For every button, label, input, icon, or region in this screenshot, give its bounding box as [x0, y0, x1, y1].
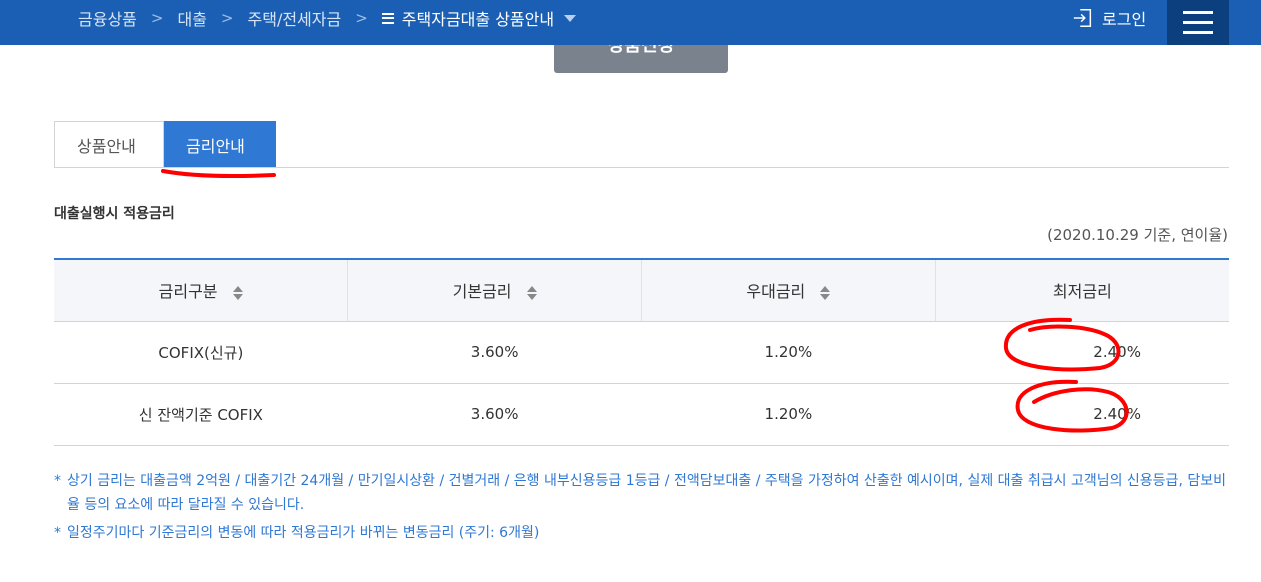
rate-type-cell: 신 잔액기준 COFIX	[54, 383, 348, 446]
apply-product-button[interactable]: 상품신청	[554, 45, 728, 73]
note-marker: *	[54, 525, 61, 541]
column-header-preferential-rate[interactable]: 우대금리	[641, 259, 936, 322]
login-icon	[1073, 9, 1092, 27]
menu-button[interactable]	[1167, 0, 1229, 45]
column-header-min-rate: 최저금리	[935, 259, 1229, 322]
hamburger-icon	[1183, 11, 1213, 34]
column-header-label: 기본금리	[452, 282, 512, 302]
top-navigation-bar: 금융상품 > 대출 > 주택/전세자금 > 주택자금대출 상품안내 로그인	[0, 0, 1261, 45]
section-title: 대출실행시 적용금리	[54, 206, 175, 222]
min-rate-cell: 2.40%	[935, 321, 1229, 384]
login-label: 로그인	[1102, 10, 1147, 29]
apply-button-label: 상품신청	[607, 45, 675, 56]
sort-icon[interactable]	[232, 285, 243, 301]
note-item: * 상기 금리는 대출금액 2억원 / 대출기간 24개월 / 만기일시상환 /…	[54, 469, 1229, 517]
login-button[interactable]: 로그인	[1072, 0, 1146, 36]
rate-table: 금리구분 기본금리 우대금리 최저금리 COFIX(신규) 3.60% 1.20…	[54, 258, 1229, 446]
breadcrumb-separator: >	[150, 9, 164, 27]
note-text: 일정주기마다 기준금리의 변동에 따라 적용금리가 바뀌는 변동금리 (주기: …	[67, 525, 540, 541]
caret-down-icon	[564, 14, 577, 22]
note-text: 상기 금리는 대출금액 2억원 / 대출기간 24개월 / 만기일시상환 / 건…	[67, 473, 1226, 513]
breadcrumb-separator: >	[220, 9, 234, 27]
rate-type-cell: COFIX(신규)	[54, 321, 348, 384]
sort-icon[interactable]	[526, 285, 537, 301]
tab-bar: 상품안내 금리안내	[54, 121, 276, 168]
preferential-rate-cell: 1.20%	[641, 321, 936, 384]
breadcrumb-item-loans[interactable]: 대출	[177, 6, 206, 30]
column-header-base-rate[interactable]: 기본금리	[347, 259, 642, 322]
base-rate-cell: 3.60%	[347, 321, 642, 384]
rate-basis-note: (2020.10.29 기준, 연이율)	[1047, 226, 1228, 244]
preferential-rate-cell: 1.20%	[641, 383, 936, 446]
sort-icon[interactable]	[820, 285, 831, 301]
red-underline-annotation	[161, 169, 276, 178]
list-icon	[381, 12, 394, 24]
column-header-label: 금리구분	[158, 282, 218, 302]
column-header-rate-type[interactable]: 금리구분	[54, 259, 349, 322]
tab-product-info[interactable]: 상품안내	[54, 121, 164, 168]
min-rate-cell: 2.40%	[935, 383, 1229, 446]
tab-rate-info[interactable]: 금리안내	[164, 121, 276, 168]
breadcrumb-item-housing-funds[interactable]: 주택/전세자금	[248, 6, 342, 30]
column-header-label: 최저금리	[1052, 282, 1112, 302]
breadcrumb-item-financial-products[interactable]: 금융상품	[78, 6, 137, 30]
breadcrumb-separator: >	[355, 9, 368, 27]
breadcrumb-current-label: 주택자금대출 상품안내	[401, 10, 555, 29]
min-rate-value: 2.40%	[1093, 405, 1141, 423]
note-marker: *	[54, 473, 61, 489]
base-rate-cell: 3.60%	[347, 383, 642, 446]
note-item: * 일정주기마다 기준금리의 변동에 따라 적용금리가 바뀌는 변동금리 (주기…	[54, 521, 1229, 545]
table-header-row: 금리구분 기본금리 우대금리 최저금리	[54, 259, 1229, 322]
breadcrumb: 금융상품 > 대출 > 주택/전세자금 > 주택자금대출 상품안내	[78, 0, 577, 36]
table-row: COFIX(신규) 3.60% 1.20% 2.40%	[54, 321, 1229, 384]
notes-section: * 상기 금리는 대출금액 2억원 / 대출기간 24개월 / 만기일시상환 /…	[54, 469, 1229, 545]
breadcrumb-current-dropdown[interactable]: 주택자금대출 상품안내	[381, 6, 577, 30]
table-row: 신 잔액기준 COFIX 3.60% 1.20% 2.40%	[54, 383, 1229, 446]
column-header-label: 우대금리	[746, 282, 806, 302]
min-rate-value: 2.40%	[1093, 343, 1141, 361]
